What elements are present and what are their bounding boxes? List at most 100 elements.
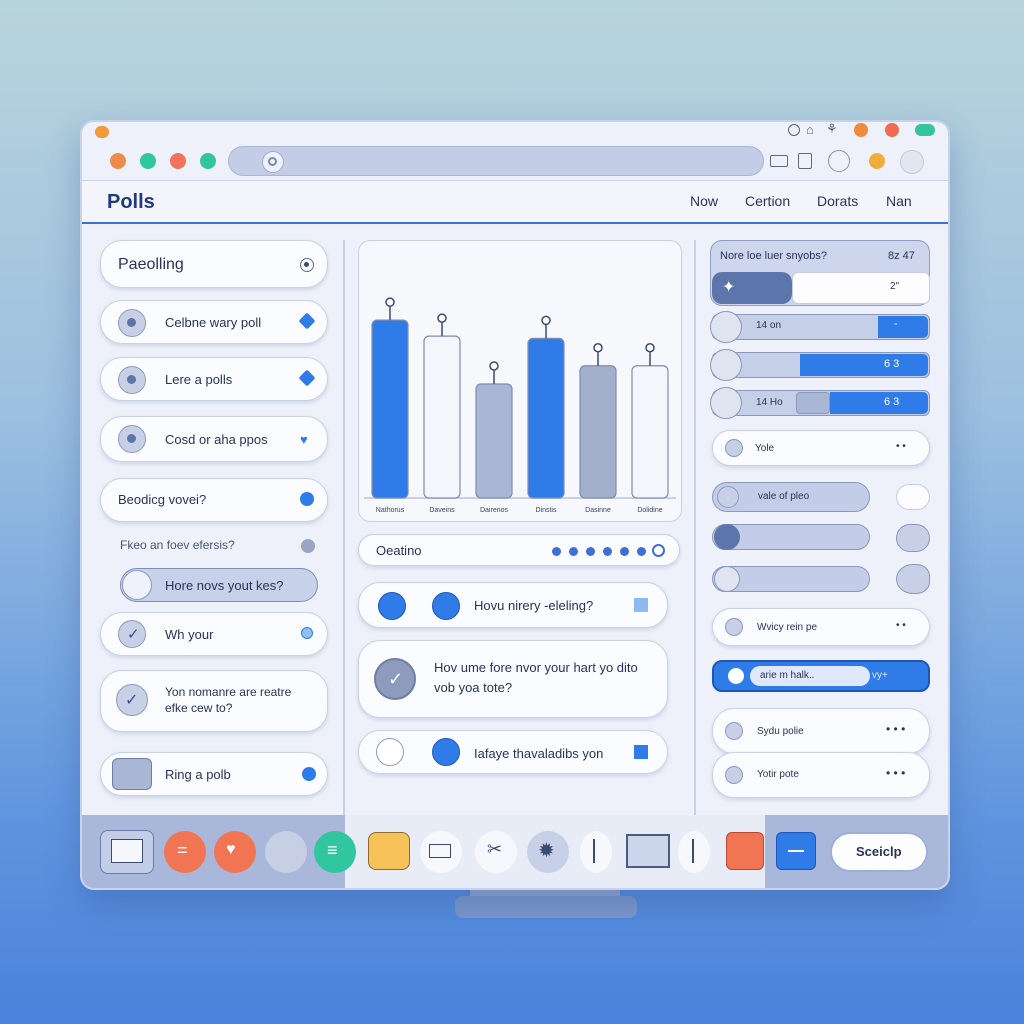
home-icon[interactable]: ⌂ (806, 122, 814, 137)
option-label: Wvicy rein pe (757, 622, 818, 633)
check-icon[interactable]: ✓ (374, 658, 416, 700)
slider-handle[interactable]: ✦ (712, 272, 792, 304)
scissors-icon[interactable]: ✂ (475, 831, 517, 873)
chart-category-label: Dasinne (585, 507, 611, 514)
maximize-dot[interactable] (170, 153, 186, 169)
tab-icon[interactable] (770, 155, 788, 167)
slider-thumb[interactable] (796, 392, 830, 414)
option-toggle[interactable] (896, 564, 930, 594)
submit-button-label: Sceiclp (856, 844, 902, 859)
checkbox[interactable] (634, 745, 648, 759)
radio-option[interactable] (432, 592, 460, 620)
option-value: • • (896, 620, 906, 631)
pagination-dots[interactable] (552, 544, 672, 558)
nav-now[interactable]: Now (690, 193, 718, 209)
slider-knob[interactable] (710, 387, 742, 419)
minimize-icon[interactable] (776, 832, 816, 870)
extra-dot[interactable] (200, 153, 216, 169)
chart-bar[interactable] (423, 335, 461, 499)
slider-knob[interactable] (710, 311, 742, 343)
heart-icon[interactable]: ♥ (300, 432, 308, 447)
search-input[interactable] (228, 146, 764, 176)
poll-item-label: Lere a polls (165, 372, 233, 387)
option-label: Yotir pote (757, 769, 799, 780)
status-dot[interactable] (300, 492, 314, 506)
slider-value: - (894, 318, 898, 330)
slider-value-field[interactable] (792, 272, 930, 304)
nav-dorats[interactable]: Dorats (817, 193, 858, 209)
divider (694, 240, 696, 820)
option-label: Yole (755, 443, 775, 454)
green-toggle[interactable] (915, 124, 935, 136)
chart-category-label: Daveins (429, 507, 455, 514)
search-icon[interactable] (262, 151, 284, 173)
gear-icon[interactable]: ✹ (527, 831, 569, 873)
window-indicator (95, 126, 109, 138)
circle-icon[interactable] (788, 124, 800, 136)
option-value: • • (896, 441, 906, 452)
monitor-stand (455, 896, 637, 918)
mail-icon[interactable] (100, 830, 154, 874)
info-icon[interactable] (828, 150, 850, 172)
bar-marker (437, 313, 447, 323)
radio-option[interactable] (376, 738, 404, 766)
slider-knob[interactable] (710, 349, 742, 381)
toggle-knob[interactable] (122, 570, 152, 600)
face-icon[interactable] (265, 831, 307, 873)
status-dot[interactable] (302, 767, 316, 781)
option-value: • • • (886, 722, 906, 736)
chart-bar[interactable] (475, 383, 513, 499)
share-icon[interactable]: ⚘ (826, 121, 838, 137)
poll-item-label: Beodicg vovei? (118, 492, 207, 507)
menu-icon[interactable]: = (164, 831, 206, 873)
list-icon[interactable]: ≡ (314, 831, 356, 873)
trash-icon[interactable] (798, 153, 812, 169)
orange-dot-button[interactable] (854, 123, 868, 137)
slider-fill (800, 354, 928, 376)
profile-button[interactable] (900, 150, 924, 174)
status-dot[interactable] (301, 627, 313, 639)
option-label: Sydu polie (757, 726, 804, 737)
window-icon[interactable] (626, 834, 670, 868)
slider-value: 6 3 (884, 396, 900, 408)
card-icon[interactable] (420, 831, 462, 873)
radio-option[interactable] (378, 592, 406, 620)
summary-text: Nore loe luer snyobs? (720, 250, 828, 262)
question-text: Iafaye thavaladibs yon (474, 746, 604, 761)
chart-bar[interactable] (527, 337, 565, 499)
yellow-dot-button[interactable] (869, 153, 885, 169)
bar-marker (645, 343, 655, 353)
chart-category-label: Dinstis (535, 507, 557, 514)
filter-label: Oeatino (376, 543, 422, 558)
slider-value: 2" (890, 281, 900, 292)
pen-icon[interactable] (580, 831, 612, 873)
chart-bar[interactable] (631, 365, 669, 499)
needle-icon[interactable] (678, 831, 710, 873)
slider-label: 14 Ho (756, 397, 783, 408)
poll-item-label: Yon nomanre are reatre efke cew to? (165, 685, 292, 715)
nav-nan[interactable]: Nan (886, 193, 912, 209)
bar-marker (593, 343, 603, 353)
chart-bar[interactable] (579, 365, 617, 499)
check-icon: ✓ (118, 620, 146, 648)
app-title: Polls (107, 191, 155, 213)
close-icon[interactable] (726, 832, 764, 870)
option-toggle[interactable] (896, 524, 930, 552)
radio-icon[interactable] (300, 258, 314, 272)
option-toggle[interactable] (896, 484, 930, 510)
question-text: Hov ume fore nvor your hart yo dito vob … (434, 660, 638, 695)
minimize-dot[interactable] (140, 153, 156, 169)
chart-bar[interactable] (371, 319, 409, 499)
tag-icon[interactable] (368, 832, 410, 870)
check-icon: ✓ (116, 684, 148, 716)
chart-category-label: Dairenos (480, 507, 509, 514)
answer-input-label: Hore novs yout kes? (165, 578, 284, 593)
option-icon (725, 439, 743, 457)
heart-icon[interactable]: ♥ (214, 831, 256, 873)
nav-certion[interactable]: Certion (745, 193, 790, 209)
checkbox[interactable] (634, 598, 648, 612)
close-dot[interactable] (110, 153, 126, 169)
red-dot-button[interactable] (885, 123, 899, 137)
status-dot[interactable] (301, 539, 315, 553)
radio-option[interactable] (432, 738, 460, 766)
